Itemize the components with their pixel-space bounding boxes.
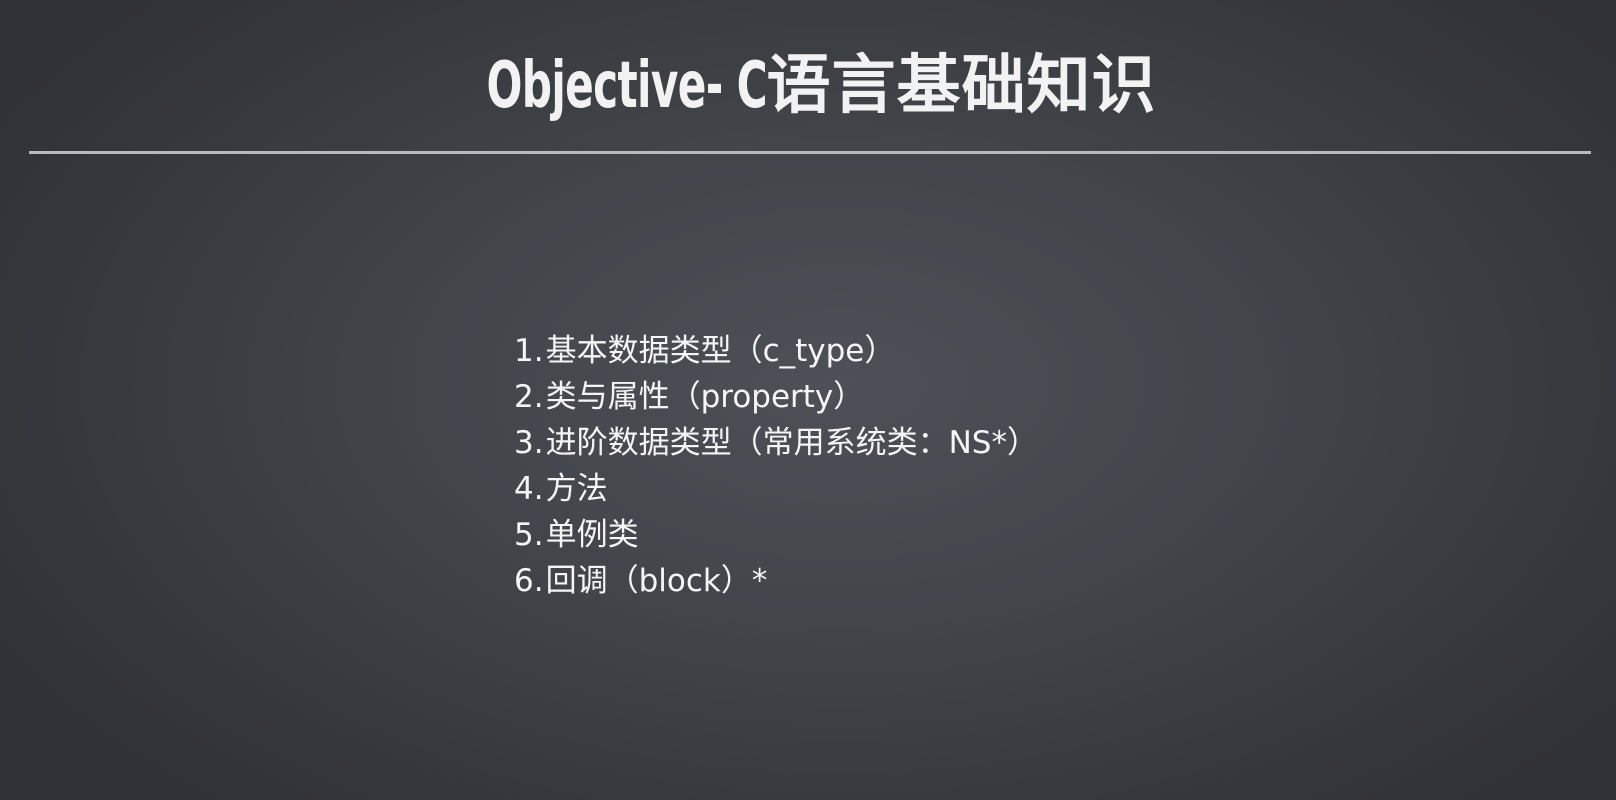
topic-number: 2. (514, 379, 544, 415)
topic-number: 1. (514, 333, 544, 369)
topic-number: 3. (514, 425, 544, 461)
topic-item: 1.基本数据类型（c_type） (514, 328, 1038, 374)
topic-item: 6.回调（block）* (514, 558, 1038, 604)
topic-item: 5.单例类 (514, 512, 1038, 558)
topic-text: 单例类 (545, 517, 639, 553)
slide-title-cjk: 语言基础知识 (766, 49, 1157, 123)
topic-list: 1.基本数据类型（c_type） 2.类与属性（property） 3.进阶数据… (514, 328, 1038, 604)
topic-text: 方法 (545, 471, 608, 507)
topic-number: 6. (514, 563, 544, 599)
slide-title: Objective- C语言基础知识 (0, 38, 1616, 134)
topic-text: 进阶数据类型（常用系统类：NS*） (545, 425, 1038, 461)
topic-text: 类与属性（property） (545, 379, 865, 415)
topic-item: 4.方法 (514, 466, 1038, 512)
topic-text: 基本数据类型（c_type） (545, 333, 896, 369)
slide-title-latin: Objective- C (486, 49, 767, 123)
topic-item: 3.进阶数据类型（常用系统类：NS*） (514, 420, 1038, 466)
title-divider (29, 151, 1591, 154)
topic-text: 回调（block）* (545, 563, 768, 599)
topic-item: 2.类与属性（property） (514, 374, 1038, 420)
topic-number: 5. (514, 517, 544, 553)
topic-number: 4. (514, 471, 544, 507)
